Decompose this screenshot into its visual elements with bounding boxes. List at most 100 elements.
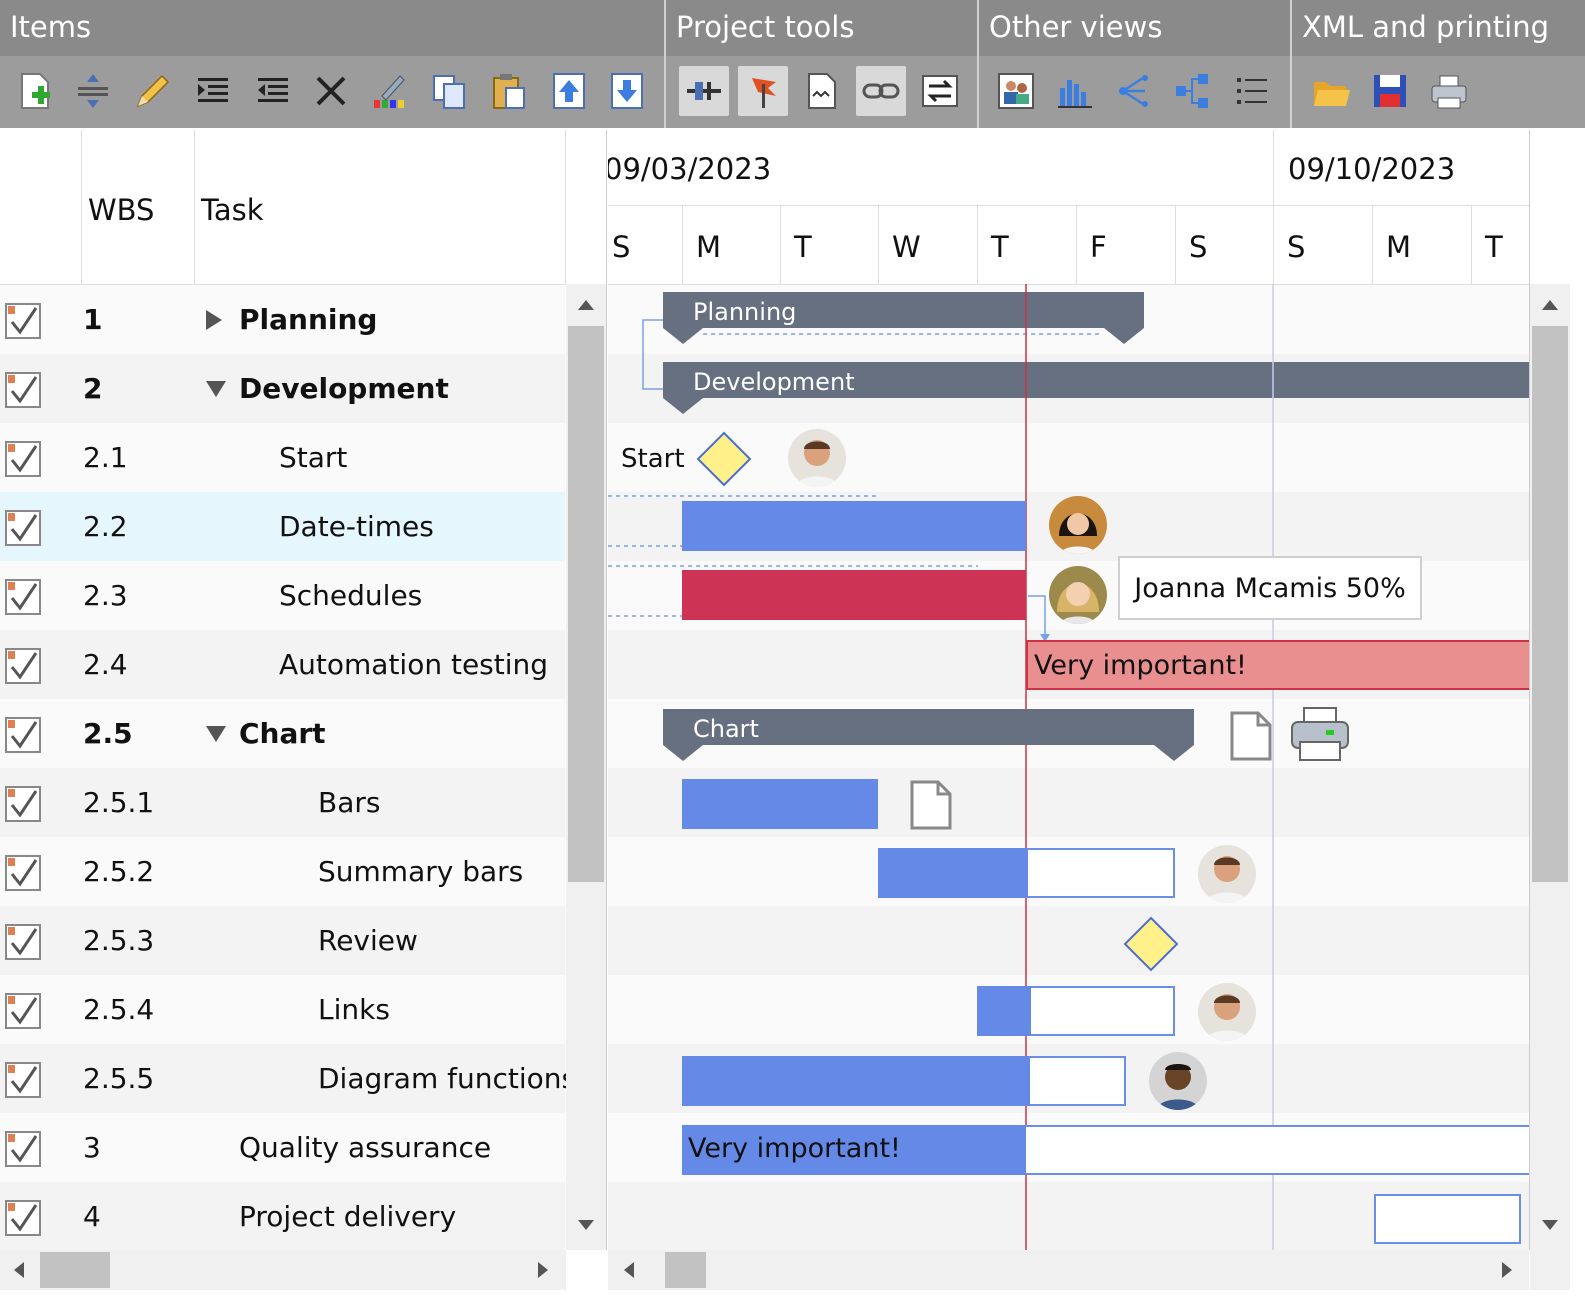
outdent-button[interactable] — [248, 66, 298, 116]
completed-checkbox-icon[interactable] — [4, 509, 44, 549]
task-name-cell[interactable]: Chart — [239, 717, 326, 750]
task-name-cell[interactable]: Bars — [318, 786, 380, 819]
hierarchy-view-button[interactable] — [1168, 66, 1218, 116]
completed-checkbox-icon[interactable] — [4, 1061, 44, 1101]
format-button[interactable] — [364, 66, 414, 116]
milestone-start[interactable] — [696, 431, 752, 487]
task-name-cell[interactable]: Date-times — [279, 510, 434, 543]
save-xml-button[interactable] — [1365, 66, 1415, 116]
task-bar-quality-assurance[interactable]: Very important! — [682, 1125, 1529, 1175]
task-name-cell[interactable]: Quality assurance — [239, 1131, 491, 1164]
completed-checkbox-icon[interactable] — [4, 716, 44, 756]
task-bar-schedules[interactable] — [682, 570, 1026, 620]
completed-checkbox-icon[interactable] — [4, 578, 44, 618]
table-row[interactable]: 2.2 Date-times — [0, 492, 565, 561]
delete-button[interactable] — [306, 66, 356, 116]
scroll-up-arrow-icon[interactable] — [1540, 298, 1560, 312]
table-row[interactable]: 2.4 Automation testing — [0, 630, 565, 699]
table-row[interactable]: 2.5.2 Summary bars — [0, 837, 565, 906]
scroll-right-arrow-icon[interactable] — [536, 1260, 550, 1280]
add-item-button[interactable] — [10, 66, 60, 116]
column-header-wbs[interactable]: WBS — [88, 193, 154, 227]
completed-checkbox-icon[interactable] — [4, 923, 44, 963]
grid-vertical-scrollbar[interactable] — [566, 284, 606, 1250]
completed-checkbox-icon[interactable] — [4, 1199, 44, 1239]
task-name-cell[interactable]: Development — [239, 372, 449, 405]
baseline-button[interactable] — [738, 66, 788, 116]
scroll-left-arrow-icon[interactable] — [622, 1260, 636, 1280]
task-bar-diagram-functions[interactable] — [682, 1056, 1126, 1106]
paste-button[interactable] — [484, 66, 534, 116]
copy-button[interactable] — [424, 66, 474, 116]
expand-arrow-icon[interactable] — [205, 309, 223, 337]
milestone-review[interactable] — [1123, 916, 1179, 972]
grid-horizontal-scroll-thumb[interactable] — [40, 1252, 110, 1288]
grid-vertical-scroll-thumb[interactable] — [568, 326, 604, 882]
list-view-button[interactable] — [1227, 66, 1277, 116]
schedule-button[interactable] — [679, 66, 729, 116]
table-row[interactable]: 2.5.5 Diagram functions — [0, 1044, 576, 1113]
task-bar-project-delivery[interactable] — [1374, 1194, 1521, 1244]
move-down-button[interactable] — [602, 66, 652, 116]
completed-checkbox-icon[interactable] — [4, 785, 44, 825]
task-name-cell[interactable]: Automation testing — [279, 648, 548, 681]
task-bar-bars[interactable] — [682, 779, 878, 829]
completed-checkbox-icon[interactable] — [4, 1130, 44, 1170]
grid-horizontal-scrollbar[interactable] — [0, 1250, 566, 1290]
swap-button[interactable] — [915, 66, 965, 116]
completed-checkbox-icon[interactable] — [4, 371, 44, 411]
move-up-button[interactable] — [544, 66, 594, 116]
table-row[interactable]: 2.5.4 Links — [0, 975, 565, 1044]
link-items-button[interactable] — [856, 66, 906, 116]
print-button[interactable] — [1424, 66, 1474, 116]
task-name-cell[interactable]: Links — [318, 993, 390, 1026]
task-bar-links[interactable] — [977, 986, 1175, 1036]
task-name-cell[interactable]: Summary bars — [318, 855, 523, 888]
table-row[interactable]: 2.5.1 Bars — [0, 768, 565, 837]
task-name-cell[interactable]: Planning — [239, 303, 377, 336]
task-bar-automation-testing[interactable]: Very important! — [1026, 640, 1529, 690]
table-row[interactable]: 2.5 Chart — [0, 699, 565, 768]
table-row[interactable]: 2 Development — [0, 354, 565, 423]
resources-view-button[interactable] — [991, 66, 1041, 116]
open-xml-button[interactable] — [1306, 66, 1356, 116]
task-bar-date-times[interactable] — [682, 501, 1026, 551]
scroll-left-arrow-icon[interactable] — [12, 1260, 26, 1280]
completed-checkbox-icon[interactable] — [4, 647, 44, 687]
completed-checkbox-icon[interactable] — [4, 854, 44, 894]
task-bar-summary-bars[interactable] — [878, 848, 1175, 898]
scroll-down-arrow-icon[interactable] — [576, 1218, 596, 1232]
task-name-cell[interactable]: Review — [318, 924, 418, 957]
pert-view-button[interactable] — [1109, 66, 1159, 116]
collapse-arrow-icon[interactable] — [205, 378, 227, 404]
scroll-down-arrow-icon[interactable] — [1540, 1218, 1560, 1232]
table-row[interactable]: 2.5.3 Review — [0, 906, 565, 975]
task-name-cell[interactable]: Start — [279, 441, 347, 474]
completed-checkbox-icon[interactable] — [4, 992, 44, 1032]
schedule-icon — [687, 82, 721, 100]
table-row[interactable]: 4 Project delivery — [0, 1182, 565, 1250]
scroll-up-arrow-icon[interactable] — [576, 298, 596, 312]
indent-button[interactable] — [188, 66, 238, 116]
column-header-task[interactable]: Task — [201, 193, 264, 227]
insert-item-button[interactable] — [68, 66, 118, 116]
completed-checkbox-icon[interactable] — [4, 302, 44, 342]
chart-vertical-scroll-thumb[interactable] — [1532, 326, 1568, 882]
table-row[interactable]: 2.3 Schedules — [0, 561, 565, 630]
chart-vertical-scrollbar[interactable] — [1530, 284, 1570, 1250]
task-name-cell[interactable]: Schedules — [279, 579, 422, 612]
table-row[interactable]: 1 Planning — [0, 285, 565, 354]
load-chart-button[interactable] — [1050, 66, 1100, 116]
table-row[interactable]: 3 Quality assurance — [0, 1113, 565, 1182]
scroll-right-arrow-icon[interactable] — [1500, 1260, 1514, 1280]
summary-bar-chart[interactable]: Chart — [663, 709, 1194, 763]
edit-item-button[interactable] — [126, 66, 176, 116]
table-row[interactable]: 2.1 Start — [0, 423, 565, 492]
chart-horizontal-scrollbar[interactable] — [608, 1250, 1529, 1290]
task-name-cell[interactable]: Project delivery — [239, 1200, 456, 1233]
statistics-button[interactable] — [797, 66, 847, 116]
collapse-arrow-icon[interactable] — [205, 723, 227, 749]
chart-horizontal-scroll-thumb[interactable] — [665, 1252, 706, 1288]
completed-checkbox-icon[interactable] — [4, 440, 44, 480]
task-name-cell[interactable]: Diagram functions — [318, 1062, 576, 1095]
